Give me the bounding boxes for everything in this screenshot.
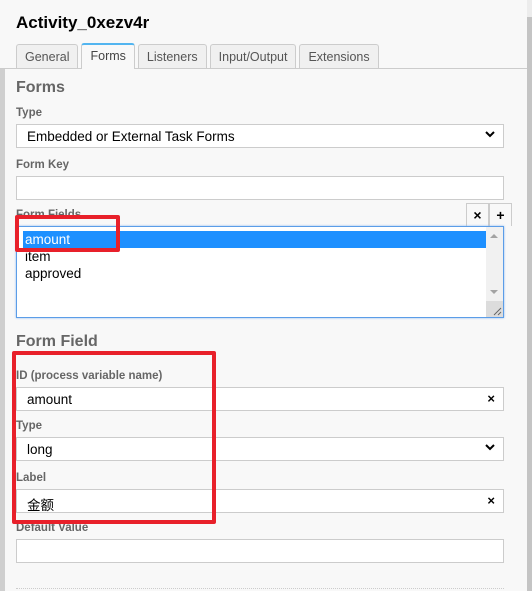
form-field-section-title: Form Field bbox=[16, 333, 98, 350]
field-label-input[interactable]: 金额 × bbox=[16, 489, 504, 513]
clear-label-icon[interactable]: × bbox=[487, 493, 495, 508]
forms-section-title: Forms bbox=[16, 79, 65, 96]
scrollbar-thumb[interactable] bbox=[527, 17, 532, 591]
form-key-label: Form Key bbox=[16, 159, 70, 171]
field-id-input[interactable]: amount × bbox=[16, 387, 504, 411]
tab-forms[interactable]: Forms bbox=[81, 43, 135, 69]
field-id-value: amount bbox=[27, 392, 73, 407]
field-type-select[interactable]: long bbox=[16, 437, 504, 461]
clear-id-icon[interactable]: × bbox=[487, 391, 495, 406]
form-key-input[interactable] bbox=[16, 176, 504, 200]
list-scrollbar[interactable] bbox=[486, 227, 503, 317]
form-fields-label: Form Fields bbox=[16, 209, 82, 221]
list-item[interactable]: item bbox=[23, 248, 51, 265]
section-divider bbox=[16, 588, 504, 589]
left-border-strip bbox=[0, 68, 5, 591]
chevron-down-icon bbox=[485, 444, 495, 451]
scroll-down-arrow-icon[interactable] bbox=[490, 290, 498, 294]
tab-listeners[interactable]: Listeners bbox=[137, 44, 207, 69]
default-value-input[interactable] bbox=[16, 539, 504, 563]
field-label-label: Label bbox=[16, 472, 47, 484]
field-label-value: 金额 bbox=[27, 498, 54, 513]
properties-panel: Activity_0xezv4r General Forms Listeners… bbox=[0, 0, 532, 591]
remove-form-field-button[interactable]: × bbox=[466, 203, 489, 226]
chevron-down-icon bbox=[485, 131, 495, 138]
tab-bar: General Forms Listeners Input/Output Ext… bbox=[16, 43, 379, 69]
scroll-up-arrow-icon[interactable] bbox=[490, 234, 498, 238]
tab-extensions[interactable]: Extensions bbox=[299, 44, 379, 69]
resize-handle-icon[interactable] bbox=[486, 301, 503, 317]
field-type-label: Type bbox=[16, 420, 42, 432]
list-item[interactable]: amount bbox=[23, 231, 488, 248]
element-title: Activity_0xezv4r bbox=[16, 13, 150, 32]
tab-input-output[interactable]: Input/Output bbox=[209, 44, 297, 69]
add-form-field-button[interactable]: + bbox=[489, 203, 512, 226]
form-type-value: Embedded or External Task Forms bbox=[27, 129, 235, 144]
scrollbar-track[interactable] bbox=[527, 0, 532, 17]
form-type-label: Type bbox=[16, 107, 42, 119]
field-id-label: ID (process variable name) bbox=[16, 370, 163, 382]
form-type-select[interactable]: Embedded or External Task Forms bbox=[16, 124, 504, 148]
tabs-divider bbox=[0, 68, 527, 69]
tab-general[interactable]: General bbox=[16, 44, 79, 69]
default-value-label: Default Value bbox=[16, 522, 89, 534]
list-item[interactable]: approved bbox=[23, 265, 81, 282]
form-fields-list[interactable]: amount item approved bbox=[16, 226, 504, 318]
field-type-value: long bbox=[27, 442, 53, 457]
